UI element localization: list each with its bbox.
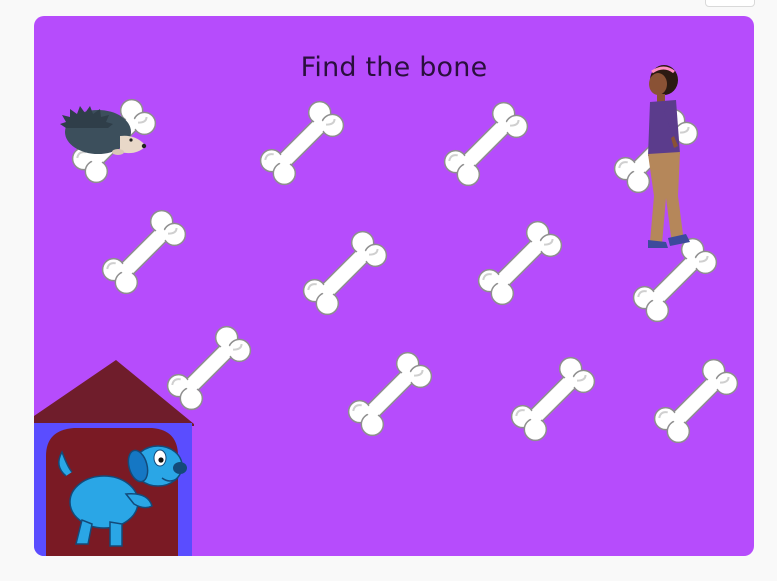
toolbar-button[interactable] — [705, 0, 755, 7]
game-title: Find the bone — [300, 52, 488, 83]
game-stage[interactable]: Find the bone — [34, 16, 754, 556]
stage-canvas — [34, 16, 754, 556]
